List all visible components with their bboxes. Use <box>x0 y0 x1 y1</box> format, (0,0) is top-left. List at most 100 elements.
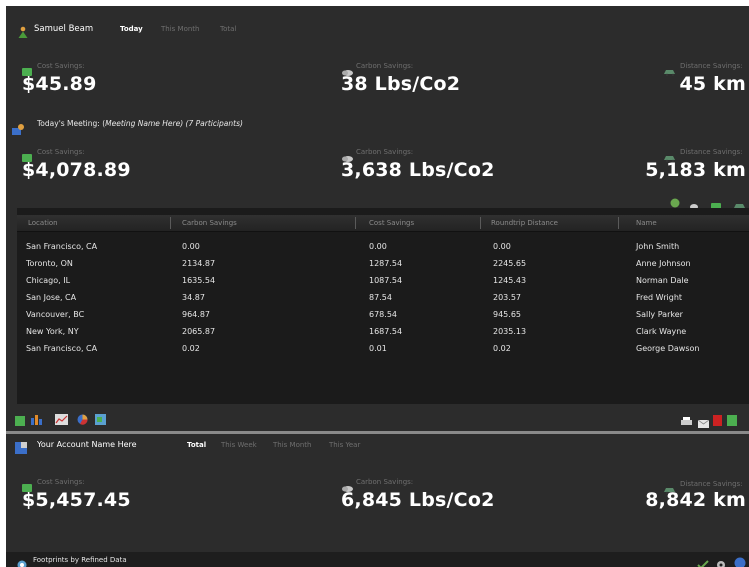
footprints-logo-icon <box>17 555 27 567</box>
account-icon <box>15 439 27 458</box>
pie-chart-icon[interactable] <box>77 410 88 429</box>
cell-name: Fred Wright <box>636 293 683 302</box>
tab-total[interactable]: Total <box>220 25 236 33</box>
tab-this-month[interactable]: This Month <box>161 25 199 33</box>
table-row[interactable]: New York, NY 2065.87 1687.54 2035.13 Cla… <box>17 324 749 341</box>
meeting-prefix: Today's Meeting: ( <box>37 119 106 128</box>
cell-name: Norman Dale <box>636 276 689 285</box>
meeting-distance-value: 5,183 km <box>645 159 746 181</box>
column-header-carbon[interactable]: Carbon Savings <box>182 219 237 227</box>
person-icon <box>17 23 29 42</box>
help-icon[interactable] <box>734 554 746 567</box>
cell-name: John Smith <box>636 242 680 251</box>
distance-savings-label: Distance Savings: <box>680 62 743 70</box>
meeting-title: Today's Meeting: (Meeting Name Here) (7 … <box>37 119 243 128</box>
footer-bar: Footprints by Refined Data <box>6 552 749 567</box>
bar-chart-icon[interactable] <box>31 410 42 429</box>
tab-this-week[interactable]: This Week <box>221 441 257 449</box>
distance-savings-value: 45 km <box>679 73 746 95</box>
cost-savings-value: $45.89 <box>22 73 97 95</box>
meeting-carbon-value: 3,638 Lbs/Co2 <box>341 159 495 181</box>
table-view-icon[interactable] <box>15 411 25 430</box>
table-header: Location Carbon Savings Cost Savings Rou… <box>17 215 749 232</box>
tab-this-year[interactable]: This Year <box>329 441 360 449</box>
cell-cost: 1687.54 <box>369 327 403 336</box>
line-chart-icon[interactable] <box>55 410 68 429</box>
meeting-name: Meeting Name Here <box>105 119 181 128</box>
export-icon[interactable] <box>727 411 737 430</box>
checkmark-icon[interactable] <box>697 555 709 567</box>
table-row[interactable]: Toronto, ON 2134.87 1287.54 2245.65 Anne… <box>17 256 749 273</box>
map-view-icon[interactable] <box>95 410 106 429</box>
cell-name: Clark Wayne <box>636 327 687 336</box>
section-divider <box>6 431 749 434</box>
cell-distance: 945.65 <box>493 310 521 319</box>
table-row[interactable]: San Francisco, CA 0.00 0.00 0.00 John Sm… <box>17 239 749 256</box>
cell-carbon: 964.87 <box>182 310 210 319</box>
tab-today[interactable]: Today <box>120 25 143 33</box>
cell-cost: 87.54 <box>369 293 392 302</box>
footer-text: Footprints by Refined Data <box>33 556 127 564</box>
cell-cost: 1287.54 <box>369 259 403 268</box>
car-icon <box>663 61 676 80</box>
cell-cost: 1087.54 <box>369 276 403 285</box>
table-row[interactable]: Chicago, IL 1635.54 1087.54 1245.43 Norm… <box>17 273 749 290</box>
column-separator[interactable] <box>170 217 171 229</box>
column-header-location[interactable]: Location <box>28 219 58 227</box>
carbon-savings-label: Carbon Savings: <box>356 62 414 70</box>
column-separator[interactable] <box>480 217 481 229</box>
meeting-cost-value: $4,078.89 <box>22 159 131 181</box>
cell-cost: 0.00 <box>369 242 387 251</box>
account-distance-value: 8,842 km <box>645 489 746 511</box>
cell-carbon: 0.02 <box>182 344 200 353</box>
cell-location: New York, NY <box>26 327 79 336</box>
account-cost-label: Cost Savings: <box>37 478 85 486</box>
app-window: Samuel Beam Today This Month Total Cost … <box>6 6 749 567</box>
cell-location: San Francisco, CA <box>26 242 98 251</box>
column-separator[interactable] <box>355 217 356 229</box>
account-name: Your Account Name Here <box>37 440 137 449</box>
cell-location: San Jose, CA <box>26 293 77 302</box>
cell-cost: 678.54 <box>369 310 397 319</box>
table-row[interactable]: San Francisco, CA 0.02 0.01 0.02 George … <box>17 341 749 358</box>
cell-distance: 2035.13 <box>493 327 527 336</box>
table-row[interactable]: Vancouver, BC 964.87 678.54 945.65 Sally… <box>17 307 749 324</box>
cell-distance: 0.02 <box>493 344 511 353</box>
cell-location: Vancouver, BC <box>26 310 85 319</box>
account-carbon-label: Carbon Savings: <box>356 478 414 486</box>
cell-carbon: 1635.54 <box>182 276 216 285</box>
cell-carbon: 34.87 <box>182 293 205 302</box>
column-header-distance[interactable]: Roundtrip Distance <box>491 219 558 227</box>
cell-distance: 2245.65 <box>493 259 527 268</box>
carbon-savings-value: 38 Lbs/Co2 <box>341 73 461 95</box>
participants-table: Location Carbon Savings Cost Savings Rou… <box>17 208 749 404</box>
people-icon <box>12 120 25 139</box>
meeting-distance-label: Distance Savings: <box>680 148 743 156</box>
cell-carbon: 0.00 <box>182 242 200 251</box>
gear-icon[interactable] <box>716 555 726 567</box>
table-row[interactable]: San Jose, CA 34.87 87.54 203.57 Fred Wri… <box>17 290 749 307</box>
cell-cost: 0.01 <box>369 344 387 353</box>
user-name: Samuel Beam <box>34 24 94 34</box>
cell-distance: 203.57 <box>493 293 521 302</box>
cell-name: Anne Johnson <box>636 259 691 268</box>
meeting-cost-label: Cost Savings: <box>37 148 85 156</box>
pdf-icon[interactable] <box>713 411 722 430</box>
email-icon[interactable] <box>697 413 710 432</box>
tab-account-total[interactable]: Total <box>187 441 206 449</box>
cell-carbon: 2065.87 <box>182 327 216 336</box>
cell-distance: 1245.43 <box>493 276 527 285</box>
column-separator[interactable] <box>618 217 619 229</box>
cell-name: George Dawson <box>636 344 700 353</box>
meeting-carbon-label: Carbon Savings: <box>356 148 414 156</box>
cell-location: Chicago, IL <box>26 276 71 285</box>
print-icon[interactable] <box>681 412 692 431</box>
cost-savings-label: Cost Savings: <box>37 62 85 70</box>
account-distance-label: Distance Savings: <box>680 480 743 488</box>
column-header-name[interactable]: Name <box>636 219 657 227</box>
column-header-cost[interactable]: Cost Savings <box>369 219 414 227</box>
cell-carbon: 2134.87 <box>182 259 216 268</box>
meeting-suffix: ) (7 Participants) <box>180 119 243 128</box>
cell-location: San Francisco, CA <box>26 344 98 353</box>
tab-account-this-month[interactable]: This Month <box>273 441 311 449</box>
